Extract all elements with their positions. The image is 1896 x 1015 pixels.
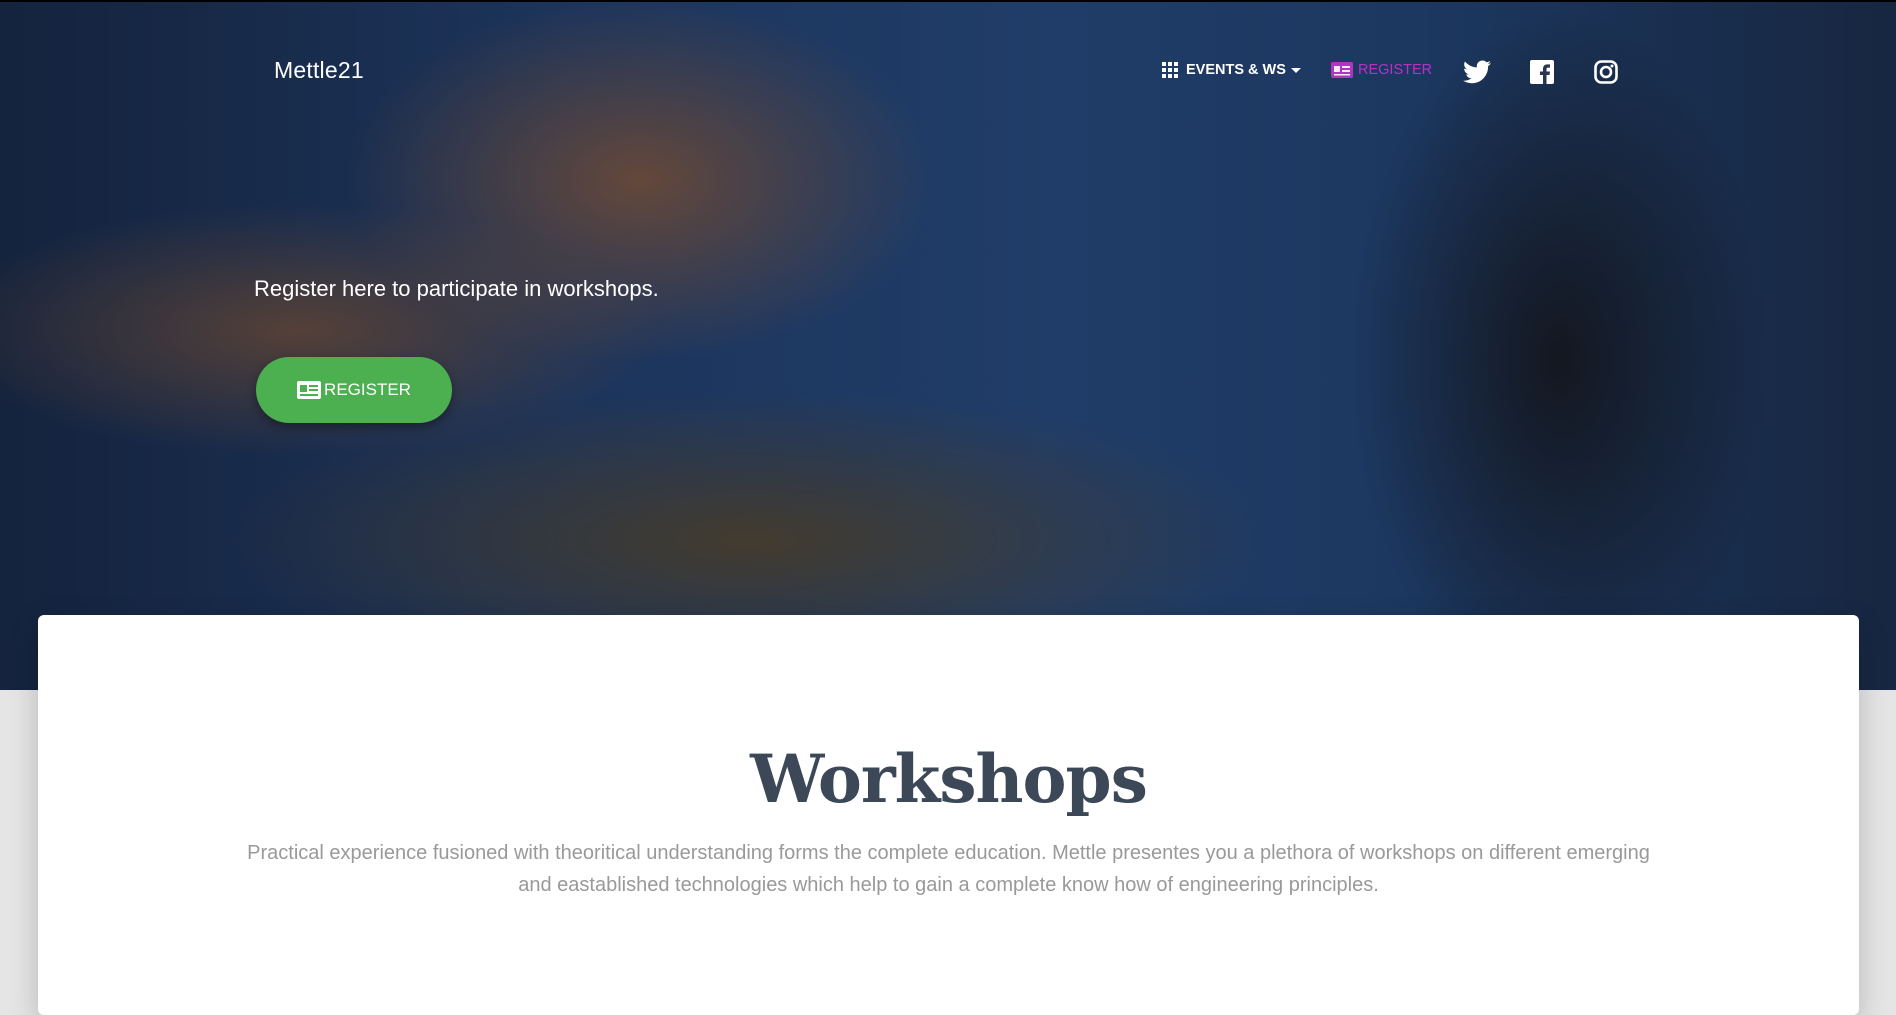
brand-logo[interactable]: Mettle21 (274, 57, 364, 84)
nav-register-label: REGISTER (1358, 62, 1433, 78)
id-card-icon (297, 381, 322, 399)
hero-tagline: Register here to participate in workshop… (254, 276, 659, 301)
facebook-icon[interactable] (1530, 60, 1558, 86)
events-dropdown[interactable]: EVENTS & WS (1162, 62, 1301, 78)
twitter-icon[interactable] (1463, 60, 1491, 86)
navbar: Mettle21 EVENTS & WS REGISTER (0, 0, 1896, 144)
events-label: EVENTS & WS (1186, 62, 1286, 78)
section-title: Workshops (750, 740, 1148, 818)
register-button-label: REGISTER (324, 380, 411, 399)
register-button[interactable]: REGISTER (256, 357, 452, 423)
hero-background: Mettle21 EVENTS & WS REGISTER Register h… (0, 0, 1896, 690)
nav-register-link[interactable]: REGISTER (1331, 62, 1432, 78)
instagram-icon[interactable] (1594, 60, 1622, 86)
workshops-section: Workshops Practical experience fusioned … (38, 615, 1859, 1015)
apps-icon (1162, 62, 1178, 78)
section-description: Practical experience fusioned with theor… (247, 842, 1650, 896)
id-card-icon (1331, 62, 1353, 78)
caret-down-icon (1290, 67, 1301, 73)
